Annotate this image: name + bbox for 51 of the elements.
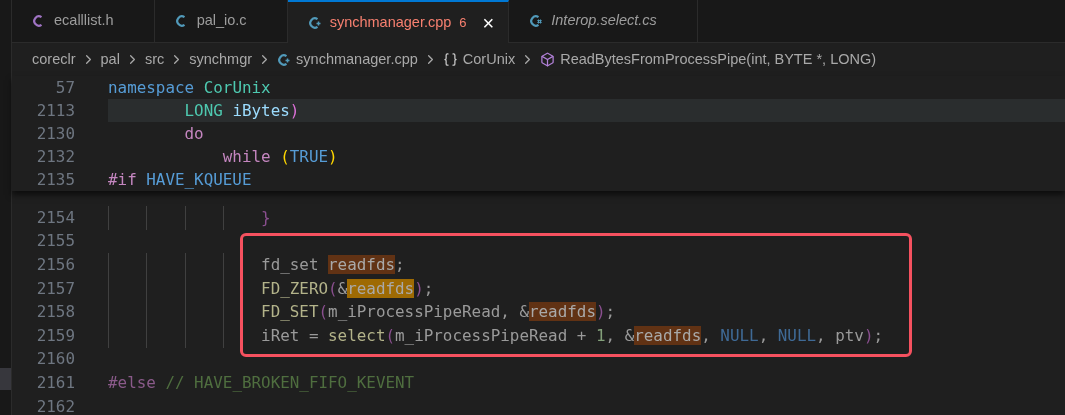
sticky-line[interactable]: do: [108, 122, 1065, 145]
editor-tab[interactable]: synchmanager.cpp 6 ×: [287, 0, 510, 43]
line-number: 57: [54, 76, 75, 99]
tab-label: pal_io.c: [196, 11, 247, 31]
editor-tab[interactable]: ecalllist.h: [12, 0, 155, 43]
line-number: 2162: [35, 395, 75, 415]
c-plus-icon: [277, 52, 292, 67]
line-number: 2132: [35, 145, 75, 168]
code-line: LONG iBytes): [183, 99, 300, 122]
breadcrumb-item[interactable]: CorUnix: [462, 48, 516, 71]
cube-icon: [540, 52, 556, 67]
sticky-line[interactable]: while (TRUE): [108, 145, 1065, 168]
code-line: do: [183, 122, 204, 145]
line-number: 2157: [35, 277, 75, 300]
breadcrumb-item[interactable]: pal: [100, 48, 120, 71]
code-line: namespace CorUnix: [108, 76, 271, 99]
sticky-line[interactable]: #if HAVE_KQUEUE: [108, 168, 1065, 191]
code-line: fd_set readfds;: [260, 254, 405, 277]
breadcrumb-item[interactable]: synchmgr: [189, 48, 253, 71]
tab-label: synchmanager.cpp: [329, 12, 452, 32]
c-plus-icon: [307, 15, 322, 30]
braces-icon: [442, 52, 458, 67]
line-number: 2113: [35, 99, 75, 122]
close-button[interactable]: ×: [478, 12, 499, 33]
line-number: 2161: [35, 372, 75, 395]
breadcrumb-item[interactable]: coreclr: [32, 48, 76, 71]
code-line: #if HAVE_KQUEUE: [108, 168, 252, 191]
code-line: FD_SET(m_iProcessPipeRead, &readfds);: [260, 301, 616, 324]
line-number: 2158: [35, 301, 75, 324]
code-line: while (TRUE): [221, 145, 338, 168]
line-number: 2159: [35, 324, 75, 347]
code-line: #else // HAVE_BROKEN_FIFO_KEVENT: [108, 372, 415, 395]
tab-label: Interop.select.cs: [551, 11, 657, 31]
line-number: 2130: [35, 122, 75, 145]
editor-tab[interactable]: Interop.select.cs: [509, 0, 698, 43]
breadcrumb-item[interactable]: ReadBytesFromProcessPipe(int, BYTE *, LONG): [560, 48, 877, 71]
line-number: 2154: [35, 206, 75, 229]
code-line: }: [260, 206, 271, 229]
code-line: iRet = select(m_iProcessPipeRead + 1, &readfds, NULL, NULL, ptv);: [260, 324, 884, 347]
sticky-line[interactable]: namespace CorUnix: [108, 76, 1065, 99]
code-line: FD_ZERO(&readfds);: [260, 277, 434, 300]
line-number: 2156: [35, 254, 75, 277]
breadcrumb-item[interactable]: src: [144, 48, 165, 71]
line-number: 2155: [35, 230, 75, 253]
breadcrumb-item[interactable]: synchmanager.cpp: [296, 48, 418, 71]
problem-count: 6: [459, 13, 467, 32]
line-number: 2135: [35, 168, 75, 191]
line-number: 2160: [35, 348, 75, 371]
tab-label: ecalllist.h: [54, 11, 114, 31]
c-sharp-icon: [529, 14, 544, 28]
editor-tab[interactable]: pal_io.c: [154, 0, 288, 43]
